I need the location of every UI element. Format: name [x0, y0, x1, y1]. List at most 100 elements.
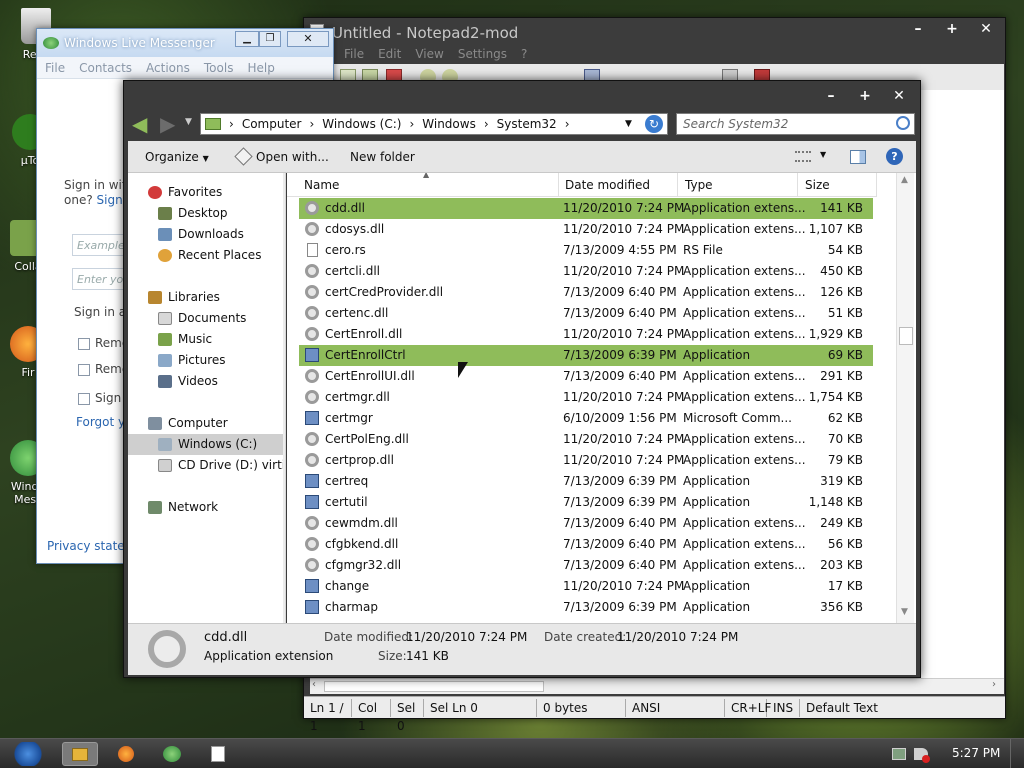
messenger-menu-actions[interactable]: Actions: [146, 61, 190, 75]
sidebar-item-downloads[interactable]: Downloads: [128, 224, 285, 245]
vscroll-down-arrow[interactable]: ▼: [901, 607, 908, 617]
breadcrumb-system32[interactable]: System32: [497, 117, 557, 131]
messenger-minimize-button[interactable]: ▁: [235, 31, 259, 47]
sign-in-auto-checkbox[interactable]: [78, 393, 90, 405]
view-chevron-icon[interactable]: ▼: [820, 150, 826, 159]
sidebar-item-music[interactable]: Music: [128, 329, 285, 350]
sidebar-item-pictures[interactable]: Pictures: [128, 350, 285, 371]
file-row[interactable]: cdd.dll 11/20/2010 7:24 PM Application ext…: [299, 198, 873, 219]
file-row[interactable]: CertEnroll.dll 11/20/2010 7:24 PM Applicat…: [299, 324, 873, 345]
new-folder-button[interactable]: New folder: [350, 150, 415, 164]
column-header-type[interactable]: Type: [677, 173, 798, 197]
notepad-menu-help[interactable]: ?: [521, 47, 527, 61]
explorer-minimize-button[interactable]: –: [814, 85, 848, 107]
sidebar-item-documents[interactable]: Documents: [128, 308, 285, 329]
sidebar-item-cd-drive[interactable]: CD Drive (D:) virtio-v: [128, 455, 285, 476]
sidebar-item-videos[interactable]: Videos: [128, 371, 285, 392]
show-desktop-button[interactable]: [1010, 739, 1024, 768]
notepad-close-button[interactable]: ✕: [969, 18, 1003, 40]
help-icon[interactable]: ?: [886, 148, 903, 165]
file-row[interactable]: charmap 7/13/2009 6:39 PM Application 356 K…: [299, 597, 873, 618]
view-options-icon[interactable]: [795, 151, 811, 162]
search-icon[interactable]: [896, 116, 910, 130]
hscroll-right-arrow[interactable]: ›: [992, 679, 996, 690]
file-row[interactable]: certCredProvider.dll 7/13/2009 6:40 PM App…: [299, 282, 873, 303]
file-row[interactable]: cfgbkend.dll 7/13/2009 6:40 PM Application…: [299, 534, 873, 555]
status-scheme[interactable]: Default Text: [800, 699, 884, 717]
navigation-pane-splitter[interactable]: [283, 173, 285, 623]
messenger-menu-tools[interactable]: Tools: [204, 61, 234, 75]
file-list-vertical-scrollbar[interactable]: ▲ ▼: [896, 173, 914, 623]
status-encoding[interactable]: ANSI: [626, 698, 725, 717]
start-button[interactable]: [10, 742, 46, 766]
file-row[interactable]: CertEnrollCtrl 7/13/2009 6:39 PM Applicati…: [299, 345, 873, 366]
organize-button[interactable]: Organize ▼: [145, 150, 209, 164]
network-tray-icon[interactable]: [892, 748, 906, 760]
file-row[interactable]: certmgr 6/10/2009 1:56 PM Microsoft Comm..…: [299, 408, 873, 429]
open-with-button[interactable]: Open with...: [256, 150, 329, 164]
status-line-endings[interactable]: CR+LF: [725, 698, 771, 717]
status-mode[interactable]: INS: [767, 698, 800, 717]
file-row[interactable]: certprop.dll 11/20/2010 7:24 PM Applicatio…: [299, 450, 873, 471]
file-row[interactable]: cfgmgr32.dll 7/13/2009 6:40 PM Application…: [299, 555, 873, 576]
sidebar-item-recent-places[interactable]: Recent Places: [128, 245, 285, 266]
sidebar-network[interactable]: Network: [128, 497, 285, 518]
back-button[interactable]: ◀: [132, 113, 154, 135]
file-row[interactable]: certreq 7/13/2009 6:39 PM Application 319 K…: [299, 471, 873, 492]
search-input[interactable]: Search System32: [676, 113, 915, 135]
notepad-menu-edit[interactable]: Edit: [378, 47, 401, 61]
column-header-size[interactable]: Size: [797, 173, 877, 197]
file-row[interactable]: CertEnrollUI.dll 7/13/2009 6:40 PM Applica…: [299, 366, 873, 387]
notepad-menu-file[interactable]: File: [344, 47, 364, 61]
vscroll-up-arrow[interactable]: ▲: [901, 175, 908, 185]
taskbar-firefox-button[interactable]: [108, 742, 144, 766]
messenger-restore-button[interactable]: ❐: [259, 31, 281, 47]
breadcrumb-windows-c[interactable]: Windows (C:): [322, 117, 401, 131]
messenger-menu-contacts[interactable]: Contacts: [79, 61, 132, 75]
breadcrumb-windows[interactable]: Windows: [422, 117, 476, 131]
notepad-menu-settings[interactable]: Settings: [458, 47, 507, 61]
sidebar-item-desktop[interactable]: Desktop: [128, 203, 285, 224]
explorer-maximize-button[interactable]: +: [848, 85, 882, 107]
remember-me-checkbox[interactable]: [78, 338, 90, 350]
file-row[interactable]: certutil 7/13/2009 6:39 PM Application 1,14…: [299, 492, 873, 513]
preview-pane-icon[interactable]: [850, 150, 866, 164]
file-row[interactable]: cdosys.dll 11/20/2010 7:24 PM Application …: [299, 219, 873, 240]
sidebar-item-windows-c[interactable]: Windows (C:): [128, 434, 285, 455]
messenger-close-button[interactable]: ✕: [287, 31, 329, 47]
notepad-maximize-button[interactable]: +: [935, 18, 969, 40]
file-row[interactable]: certmgr.dll 11/20/2010 7:24 PM Application…: [299, 387, 873, 408]
sidebar-libraries[interactable]: Libraries: [128, 287, 285, 308]
notepad-minimize-button[interactable]: –: [901, 18, 935, 40]
file-row[interactable]: change 11/20/2010 7:24 PM Application 17 KB: [299, 576, 873, 597]
sidebar-favorites[interactable]: Favorites: [128, 182, 285, 203]
hscroll-left-arrow[interactable]: ‹: [312, 679, 316, 690]
messenger-menu-file[interactable]: File: [45, 61, 65, 75]
explorer-close-button[interactable]: ✕: [882, 85, 916, 107]
vscroll-thumb[interactable]: [899, 327, 913, 345]
sidebar-computer[interactable]: Computer: [128, 413, 285, 434]
taskbar-explorer-button[interactable]: [62, 742, 98, 766]
notepad-horizontal-scrollbar[interactable]: ‹ ›: [310, 678, 1004, 694]
file-date-modified: 7/13/2009 6:40 PM: [563, 537, 677, 551]
hscroll-thumb[interactable]: [324, 681, 544, 692]
notepad-menu-view[interactable]: View: [415, 47, 443, 61]
column-header-date[interactable]: Date modified: [557, 173, 678, 197]
address-dropdown-icon[interactable]: ▼: [625, 119, 632, 129]
file-row[interactable]: cero.rs 7/13/2009 4:55 PM RS File 54 KB: [299, 240, 873, 261]
file-row[interactable]: certenc.dll 7/13/2009 6:40 PM Application …: [299, 303, 873, 324]
messenger-menu-help[interactable]: Help: [247, 61, 274, 75]
selected-file-gear-icon: [148, 630, 186, 668]
recent-pages-chevron-icon[interactable]: ▼: [185, 117, 192, 127]
file-row[interactable]: certcli.dll 11/20/2010 7:24 PM Application…: [299, 261, 873, 282]
breadcrumb-computer[interactable]: Computer: [242, 117, 302, 131]
file-row[interactable]: cewmdm.dll 7/13/2009 6:40 PM Application e…: [299, 513, 873, 534]
address-bar[interactable]: › Computer › Windows (C:) › Windows › Sy…: [200, 113, 668, 135]
taskbar-clock[interactable]: 5:27 PM: [952, 746, 1000, 760]
taskbar-messenger-button[interactable]: [154, 742, 190, 766]
remember-password-checkbox[interactable]: [78, 364, 90, 376]
file-row[interactable]: CertPolEng.dll 11/20/2010 7:24 PM Applicat…: [299, 429, 873, 450]
refresh-icon[interactable]: ↻: [645, 115, 663, 133]
taskbar-notepad-button[interactable]: [200, 742, 236, 766]
forward-button[interactable]: ▶: [160, 113, 182, 135]
